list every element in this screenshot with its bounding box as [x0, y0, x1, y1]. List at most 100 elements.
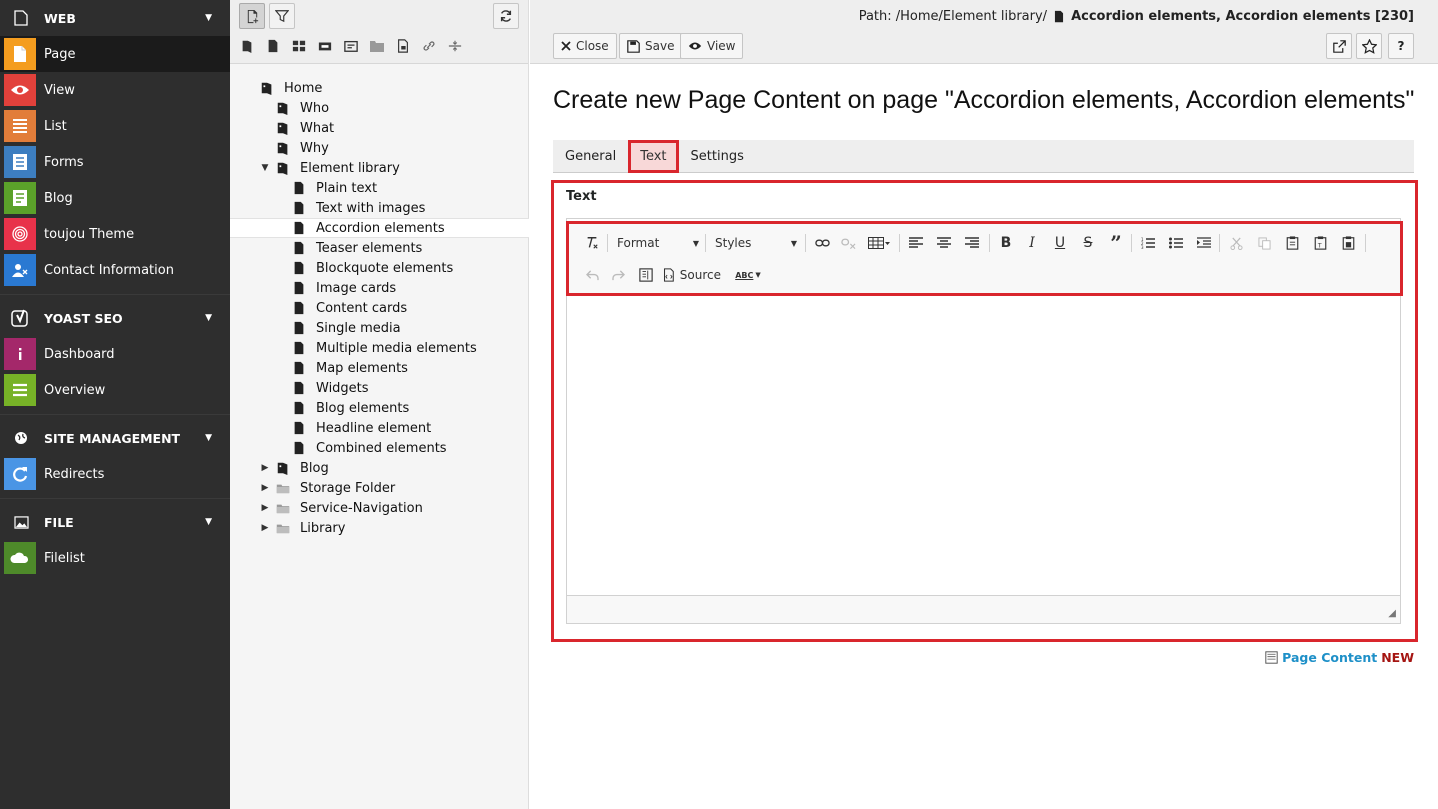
- remove-format-icon[interactable]: [581, 232, 603, 254]
- tree-node[interactable]: ▶ Storage Folder: [230, 478, 529, 498]
- tree-node[interactable]: Plain text: [230, 178, 529, 198]
- tree-node[interactable]: Text with images: [230, 198, 529, 218]
- collapsed-caret-icon[interactable]: ▶: [260, 483, 270, 493]
- tree-node[interactable]: Widgets: [230, 378, 529, 398]
- show-blocks-icon[interactable]: [635, 264, 657, 286]
- spellcheck-button[interactable]: ABC ▼: [733, 264, 763, 286]
- paste-word-icon[interactable]: [1337, 232, 1359, 254]
- redo-icon[interactable]: [607, 264, 629, 286]
- module-item-page[interactable]: Page: [0, 36, 230, 72]
- module-item-overview[interactable]: Overview: [0, 372, 230, 408]
- module-item-filelist[interactable]: Filelist: [0, 540, 230, 576]
- tree-node[interactable]: Headline element: [230, 418, 529, 438]
- module-item-forms[interactable]: Forms: [0, 144, 230, 180]
- align-right-icon[interactable]: [961, 232, 983, 254]
- table-icon[interactable]: [865, 232, 893, 254]
- tree-node[interactable]: Why: [230, 138, 529, 158]
- link-page-type-icon[interactable]: [342, 38, 360, 54]
- underline-icon[interactable]: U: [1049, 232, 1071, 254]
- unlink-icon[interactable]: [837, 232, 859, 254]
- tree-node[interactable]: Multiple media elements: [230, 338, 529, 358]
- paste-text-icon[interactable]: T: [1309, 232, 1331, 254]
- close-button[interactable]: Close: [553, 33, 617, 59]
- source-button[interactable]: Source: [663, 264, 721, 286]
- bullet-list-icon[interactable]: [1165, 232, 1187, 254]
- collapsed-caret-icon[interactable]: ▶: [260, 503, 270, 513]
- tree-node[interactable]: Blockquote elements: [230, 258, 529, 278]
- module-item-list[interactable]: List: [0, 108, 230, 144]
- undo-icon[interactable]: [581, 264, 603, 286]
- folder-type-icon[interactable]: [368, 38, 386, 54]
- tree-node-label: Blog: [300, 460, 329, 476]
- bookmark-button[interactable]: [1356, 33, 1382, 59]
- tree-node[interactable]: Home: [230, 78, 529, 98]
- tab-settings[interactable]: Settings: [679, 140, 756, 173]
- tab-general[interactable]: General: [553, 140, 628, 173]
- external-link-type-icon[interactable]: [420, 38, 438, 54]
- collapsed-caret-icon[interactable]: ▶: [260, 463, 270, 473]
- paste-icon[interactable]: [1281, 232, 1303, 254]
- tree-node[interactable]: Combined elements: [230, 438, 529, 458]
- module-item-blog[interactable]: Blog: [0, 180, 230, 216]
- open-new-window-button[interactable]: [1326, 33, 1352, 59]
- refresh-tree-button[interactable]: [493, 3, 519, 29]
- numbered-list-icon[interactable]: 123: [1137, 232, 1159, 254]
- divider-type-icon[interactable]: [446, 38, 464, 54]
- tree-node[interactable]: Accordion elements: [230, 218, 529, 238]
- filter-button[interactable]: [269, 3, 295, 29]
- module-item-dashboard[interactable]: Dashboard: [0, 336, 230, 372]
- tree-node[interactable]: Who: [230, 98, 529, 118]
- tree-node[interactable]: Teaser elements: [230, 238, 529, 258]
- strikethrough-icon[interactable]: S: [1077, 232, 1099, 254]
- align-center-icon[interactable]: [933, 232, 955, 254]
- tree-node[interactable]: Content cards: [230, 298, 529, 318]
- italic-icon[interactable]: I: [1021, 232, 1043, 254]
- module-group-label: YOAST SEO: [44, 310, 123, 326]
- module-group-label: SITE MANAGEMENT: [44, 430, 181, 446]
- module-group-header[interactable]: FILE ▼: [0, 504, 230, 540]
- tree-node[interactable]: ▶ Library: [230, 518, 529, 538]
- module-group-header[interactable]: YOAST SEO ▼: [0, 300, 230, 336]
- tab-text[interactable]: Text: [628, 140, 679, 173]
- standard-page-type-icon[interactable]: [238, 38, 256, 54]
- eye-icon: [4, 74, 36, 106]
- align-left-icon[interactable]: [905, 232, 927, 254]
- mount-page-type-icon[interactable]: [394, 38, 412, 54]
- module-item-view[interactable]: View: [0, 72, 230, 108]
- tree-node-label: Text with images: [316, 200, 426, 216]
- page-type-icon[interactable]: [264, 38, 282, 54]
- page-icon: [292, 381, 306, 395]
- blockquote-icon[interactable]: ”: [1105, 231, 1127, 255]
- bold-icon[interactable]: B: [995, 232, 1017, 254]
- eye-icon: [688, 40, 702, 52]
- record-type-label[interactable]: Page Content: [1282, 650, 1377, 665]
- tree-node[interactable]: What: [230, 118, 529, 138]
- tree-node[interactable]: ▼ Element library: [230, 158, 529, 178]
- link-icon[interactable]: [811, 232, 833, 254]
- view-button[interactable]: View: [680, 33, 744, 59]
- tree-node[interactable]: ▶ Blog: [230, 458, 529, 478]
- help-button[interactable]: ?: [1388, 33, 1414, 59]
- module-item-toujou-theme[interactable]: toujou Theme: [0, 216, 230, 252]
- module-group-header[interactable]: WEB ▼: [0, 0, 230, 36]
- collapsed-caret-icon[interactable]: ▶: [260, 523, 270, 533]
- resize-grip-icon[interactable]: ◢: [1388, 608, 1396, 619]
- format-dropdown[interactable]: Format ▼: [617, 232, 699, 254]
- new-page-button[interactable]: [239, 3, 265, 29]
- tree-node[interactable]: Map elements: [230, 358, 529, 378]
- module-item-contact-information[interactable]: Contact Information: [0, 252, 230, 288]
- save-button[interactable]: Save: [619, 33, 683, 59]
- shortcut-page-type-icon[interactable]: [316, 38, 334, 54]
- tree-node[interactable]: Single media: [230, 318, 529, 338]
- cut-icon[interactable]: [1225, 232, 1247, 254]
- grid-page-type-icon[interactable]: [290, 38, 308, 54]
- module-group-header[interactable]: SITE MANAGEMENT ▼: [0, 420, 230, 456]
- styles-dropdown[interactable]: Styles ▼: [715, 232, 797, 254]
- expanded-caret-icon[interactable]: ▼: [260, 163, 270, 173]
- module-item-redirects[interactable]: Redirects: [0, 456, 230, 492]
- copy-icon[interactable]: [1253, 232, 1275, 254]
- tree-node[interactable]: Image cards: [230, 278, 529, 298]
- tree-node[interactable]: Blog elements: [230, 398, 529, 418]
- indent-icon[interactable]: [1193, 232, 1215, 254]
- tree-node[interactable]: ▶ Service-Navigation: [230, 498, 529, 518]
